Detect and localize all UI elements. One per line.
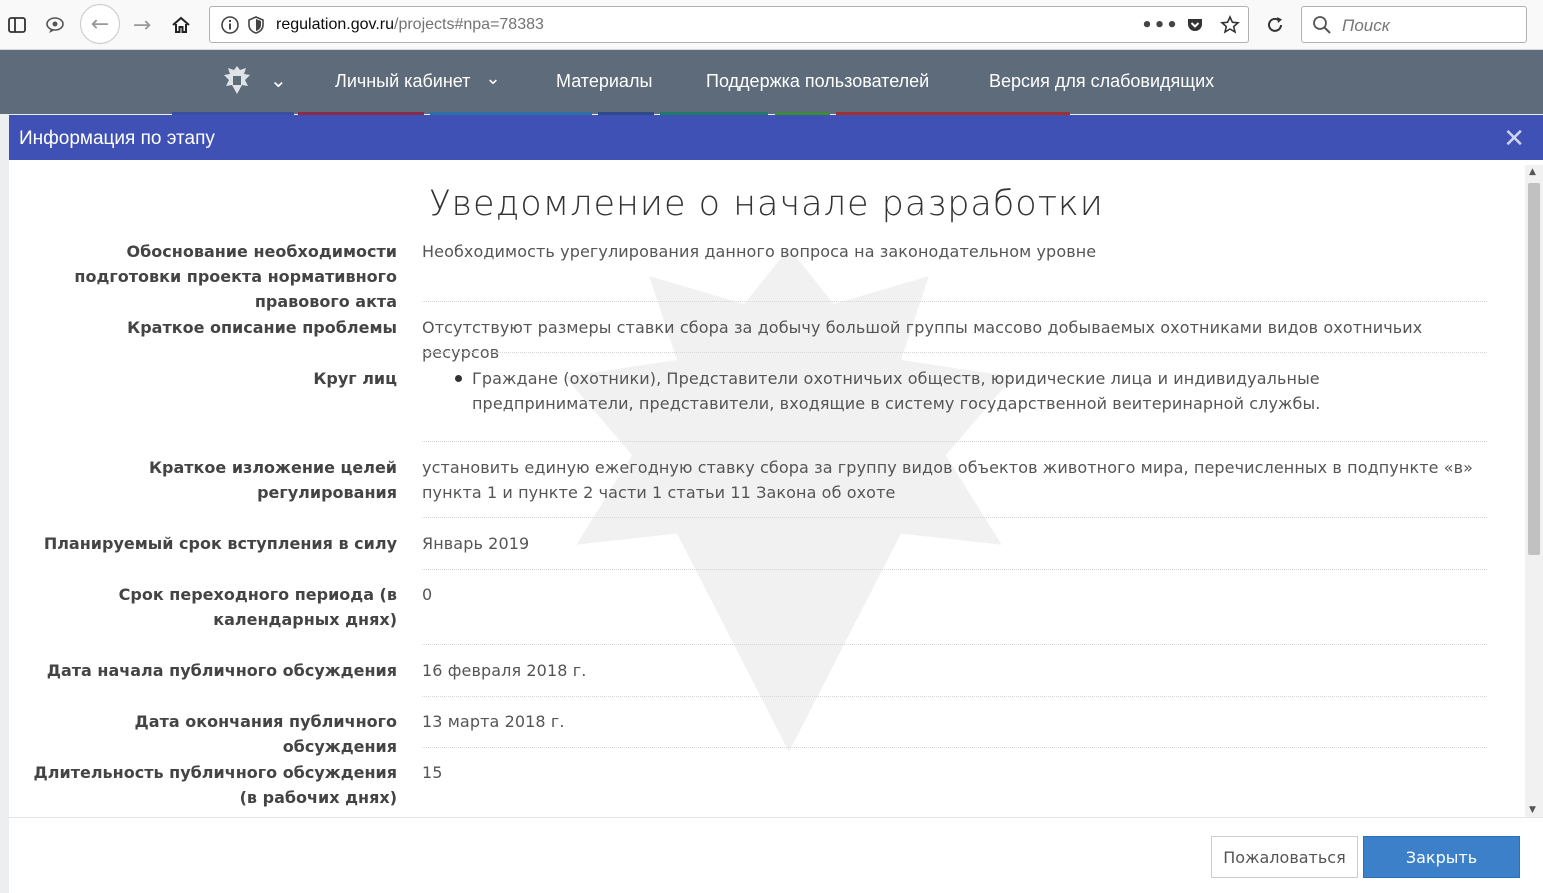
row-value: Январь 2019 — [422, 534, 530, 553]
url-host: regulation.gov.ru — [276, 16, 394, 33]
row-value: 16 февраля 2018 г. — [422, 661, 587, 680]
home-icon — [172, 16, 190, 33]
site-navigation: ⌄ Личный кабинет ⌄ Материалы Поддержка п… — [0, 50, 1543, 114]
search-bar[interactable]: Поиск — [1301, 6, 1527, 43]
home-button[interactable] — [168, 12, 194, 38]
row-divider — [422, 644, 1487, 645]
row-label: Краткое описание проблемы — [127, 318, 397, 337]
back-button[interactable]: ← — [80, 4, 120, 44]
row-label: Срок переходного периода (в календарных … — [118, 585, 397, 629]
nav-user-support[interactable]: Поддержка пользователей — [706, 71, 929, 92]
url-bar[interactable]: regulation.gov.ru/projects#npa=78383 ••• — [209, 6, 1249, 43]
nav-personal-cabinet[interactable]: Личный кабинет ⌄ — [335, 68, 501, 92]
row-value: установить единую ежегодную ставку сбора… — [422, 458, 1474, 502]
back-icon: ← — [90, 11, 110, 37]
row-label: Планируемый срок вступления в силу — [43, 534, 397, 553]
forward-button[interactable]: → — [129, 12, 155, 38]
close-icon[interactable]: ✕ — [1503, 124, 1525, 154]
row-divider — [422, 352, 1487, 353]
row-value: Отсутствуют размеры ставки сбора за добы… — [422, 318, 1423, 362]
page-heading: Уведомление о начале разработки — [429, 184, 1104, 224]
modal-header: Информация по этапу ✕ — [9, 115, 1543, 160]
row-value: Граждане (охотники), Представители охотн… — [472, 369, 1321, 413]
row-label: Круг лиц — [313, 369, 397, 388]
row-value: 0 — [422, 585, 433, 604]
search-icon — [1312, 15, 1332, 35]
sidebar-icon[interactable] — [4, 12, 30, 38]
info-icon[interactable] — [220, 15, 240, 35]
browser-toolbar: ← → regulation.gov.ru/projects#npa=78383… — [0, 0, 1543, 50]
chevron-down-icon: ⌄ — [485, 68, 501, 88]
forward-icon: → — [132, 12, 152, 38]
stage-info-modal: Информация по этапу ✕ Уведомление о нача… — [9, 115, 1543, 893]
row-label: Обоснование необходимости подготовки про… — [74, 242, 397, 311]
nav-accessible-version[interactable]: Версия для слабовидящих — [989, 71, 1214, 92]
row-label: Дата начала публичного обсуждения — [46, 661, 397, 680]
scroll-up-icon[interactable]: ▲ — [1529, 167, 1536, 177]
row-divider — [422, 517, 1487, 518]
url-text[interactable]: regulation.gov.ru/projects#npa=78383 — [276, 16, 544, 34]
coat-of-arms-icon[interactable] — [218, 62, 256, 100]
search-placeholder: Поиск — [1342, 16, 1390, 35]
url-path: /projects#npa=78383 — [394, 16, 544, 33]
row-label: Длительность публичного обсуждения (в ра… — [33, 763, 397, 807]
chevron-down-icon[interactable]: ⌄ — [270, 68, 287, 93]
row-value: 13 марта 2018 г. — [422, 712, 565, 731]
close-button[interactable]: Закрыть — [1363, 836, 1520, 878]
reload-button[interactable] — [1262, 12, 1288, 38]
row-value: 15 — [422, 763, 443, 782]
scroll-down-icon[interactable]: ▼ — [1529, 805, 1536, 815]
more-icon[interactable]: ••• — [1141, 15, 1178, 36]
shield-icon[interactable] — [246, 15, 266, 35]
row-value: Необходимость урегулирования данного воп… — [422, 242, 1097, 261]
reload-icon — [1268, 17, 1282, 32]
modal-body[interactable]: Уведомление о начале разработки Обоснова… — [9, 160, 1524, 817]
row-divider — [422, 441, 1487, 442]
row-divider — [422, 569, 1487, 570]
scrollbar-thumb[interactable] — [1528, 183, 1540, 555]
pocket-icon[interactable] — [1185, 15, 1205, 35]
modal-title: Информация по этапу — [19, 128, 215, 149]
row-divider — [422, 301, 1487, 302]
row-divider — [422, 747, 1487, 748]
row-divider — [422, 696, 1487, 697]
complain-button[interactable]: Пожаловаться — [1211, 836, 1358, 878]
nav-personal-cabinet-label: Личный кабинет — [335, 71, 471, 91]
star-icon[interactable] — [1220, 15, 1240, 35]
nav-materials[interactable]: Материалы — [556, 71, 652, 92]
scrollbar[interactable]: ▲ ▼ — [1525, 165, 1543, 817]
row-label: Дата окончания публичного обсуждения — [134, 712, 397, 756]
bullet-icon — [455, 375, 462, 382]
modal-footer: Пожаловаться Закрыть — [9, 817, 1543, 893]
row-label: Краткое изложение целей регулирования — [148, 458, 397, 502]
speech-bubble-icon[interactable] — [42, 12, 68, 38]
